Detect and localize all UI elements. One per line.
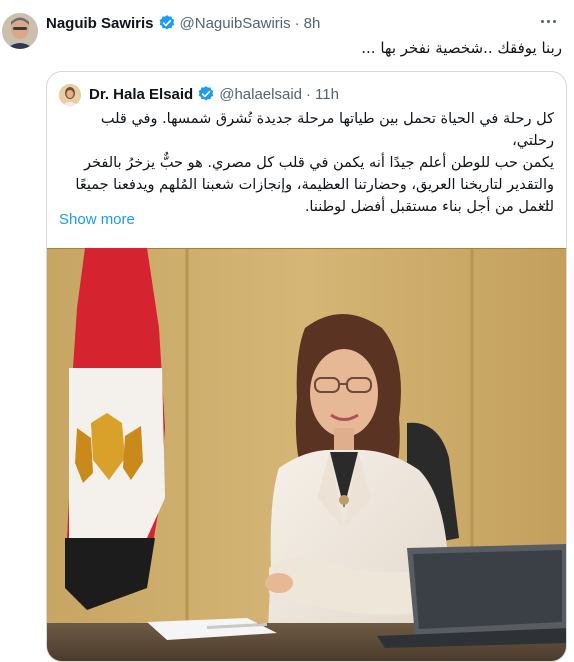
quoted-author-name[interactable]: Dr. Hala Elsaid (89, 86, 193, 103)
tweet-timestamp[interactable]: 8h (304, 15, 321, 32)
author-name[interactable]: Naguib Sawiris (46, 15, 154, 32)
tweet[interactable]: Naguib Sawiris @NaguibSawiris · 8h ربنا … (0, 0, 574, 662)
quoted-text-line: والتقدير لتاريخنا العريق، وحضارتنا العظي… (75, 177, 554, 193)
quoted-text-line: يكمن حب للوطن أعلم جيدًا أنه يكمن في قلب… (84, 155, 554, 171)
separator-dot: · (294, 14, 300, 32)
verified-badge-icon (158, 14, 176, 32)
author-handle[interactable]: @NaguibSawiris (180, 15, 291, 32)
quoted-photo[interactable] (47, 248, 566, 661)
tweet-text: ربنا يوفقك ..شخصية نفخر بها ... (361, 39, 562, 57)
truncation-ellipsis: ... (538, 192, 550, 208)
more-options-icon[interactable] (534, 10, 562, 32)
quoted-separator-dot: · (306, 85, 311, 103)
quoted-author-avatar[interactable] (59, 84, 81, 106)
quoted-tweet[interactable]: Dr. Hala Elsaid @halaelsaid · 11h كل رحل… (46, 71, 567, 662)
quoted-author-handle[interactable]: @halaelsaid (219, 86, 302, 103)
quoted-verified-badge-icon (197, 85, 215, 103)
show-more-link[interactable]: Show more (59, 211, 135, 228)
tweet-header: Naguib Sawiris @NaguibSawiris · 8h (46, 14, 320, 32)
quoted-timestamp[interactable]: 11h (315, 86, 339, 103)
author-avatar[interactable] (2, 13, 38, 49)
quoted-header: Dr. Hala Elsaid @halaelsaid · 11h (89, 85, 339, 103)
quoted-text-line: كل رحلة في الحياة تحمل بين طياتها مرحلة … (100, 111, 554, 149)
quoted-text: كل رحلة في الحياة تحمل بين طياتها مرحلة … (59, 108, 554, 218)
